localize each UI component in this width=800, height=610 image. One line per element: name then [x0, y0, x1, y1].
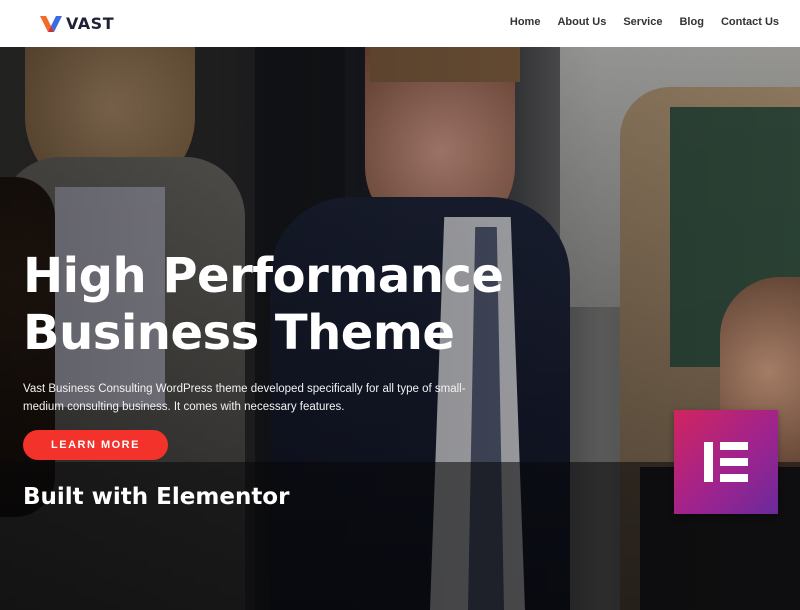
nav-service[interactable]: Service	[623, 16, 662, 28]
hero-headline-line1: High Performance	[23, 248, 504, 304]
nav-blog[interactable]: Blog	[679, 16, 703, 28]
learn-more-button[interactable]: LEARN MORE	[23, 430, 168, 460]
site-logo[interactable]: VAST	[40, 12, 114, 34]
elementor-logo-icon	[674, 410, 778, 514]
nav-contact-us[interactable]: Contact Us	[721, 16, 779, 28]
built-with-elementor-title: Built with Elementor	[23, 484, 290, 510]
vast-logo-icon	[40, 16, 62, 32]
nav-about-us[interactable]: About Us	[557, 16, 606, 28]
hero-section: High Performance Business Theme Vast Bus…	[0, 47, 800, 610]
site-header: VAST Home About Us Service Blog Contact …	[0, 0, 800, 47]
logo-text: VAST	[66, 13, 115, 33]
nav-home[interactable]: Home	[510, 16, 541, 28]
hero-description: Vast Business Consulting WordPress theme…	[23, 383, 466, 413]
hero-headline: High Performance Business Theme	[23, 248, 504, 362]
hero-headline-line2: Business Theme	[23, 305, 455, 361]
main-nav: Home About Us Service Blog Contact Us	[510, 16, 779, 28]
